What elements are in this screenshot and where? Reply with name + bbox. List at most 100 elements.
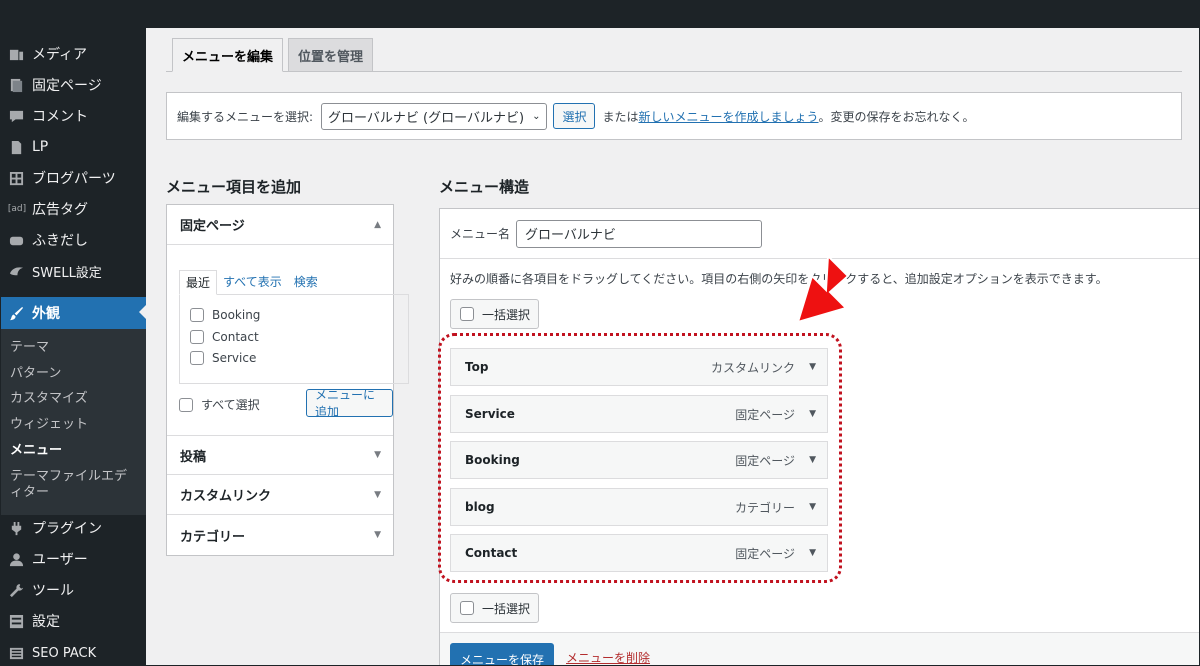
triangle-up-icon: ▲: [374, 219, 381, 230]
sidebar-item-users[interactable]: ユーザー: [0, 544, 146, 574]
add-menu-items-title: メニュー項目を追加: [166, 178, 302, 196]
bulk-select-label: 一括選択: [482, 601, 531, 616]
accordion-pages-header[interactable]: 固定ページ ▲: [167, 205, 393, 245]
menu-item-type: 固定ページ: [735, 546, 795, 561]
menu-select-value: グローバルナビ (グローバルナビ): [328, 110, 525, 126]
page-option-label: Contact: [212, 330, 259, 344]
menu-select-bar: 編集するメニューを選択: グローバルナビ (グローバルナビ) ⌄ 選択 または …: [166, 92, 1182, 140]
sidebar-item-label: プラグイン: [32, 521, 102, 537]
menu-item-contact[interactable]: Contact 固定ページ ▼: [450, 534, 828, 572]
menu-item-booking[interactable]: Booking 固定ページ ▼: [450, 441, 828, 479]
submenu-item-themes[interactable]: テーマ: [10, 340, 140, 356]
triangle-down-icon: ▼: [374, 530, 381, 540]
sidebar-item-label: ブログパーツ: [32, 171, 116, 187]
sidebar-item-label: SEO PACK: [32, 645, 97, 661]
sidebar-item-blog-parts[interactable]: ブログパーツ: [0, 163, 146, 193]
triangle-down-icon: ▼: [374, 450, 381, 460]
menu-select[interactable]: グローバルナビ (グローバルナビ) ⌄: [321, 102, 548, 130]
accordion-title: カスタムリンク: [180, 489, 272, 504]
page-option-service[interactable]: Service: [190, 351, 256, 365]
menu-save-bar: メニューを保存 メニューを削除: [440, 632, 1200, 666]
sidebar-item-ad-tag[interactable]: [ad] 広告タグ: [0, 194, 146, 224]
menu-name-input[interactable]: グローバルナビ: [516, 219, 763, 248]
submenu-item-patterns[interactable]: パターン: [10, 366, 140, 382]
expand-arrow-icon[interactable]: ▼: [809, 409, 816, 419]
select-all-checkbox-row[interactable]: すべて選択: [179, 396, 260, 413]
menu-item-type: 固定ページ: [735, 407, 795, 422]
expand-arrow-icon[interactable]: ▼: [809, 362, 816, 372]
page-option-contact[interactable]: Contact: [190, 330, 259, 344]
sidebar-item-label: 外観: [32, 306, 60, 322]
save-reminder-text: 。変更の保存をお忘れなく。: [818, 109, 975, 124]
checkbox[interactable]: [460, 307, 474, 321]
expand-arrow-icon[interactable]: ▼: [809, 455, 816, 465]
sidebar-item-label: 設定: [32, 614, 60, 630]
tab-search[interactable]: 検索: [288, 270, 324, 295]
menu-item-type: カスタムリンク: [710, 360, 795, 375]
accordion-posts-header[interactable]: 投稿 ▼: [167, 435, 393, 475]
tab-edit-menus[interactable]: メニューを編集: [172, 38, 284, 72]
submenu-item-customize[interactable]: カスタマイズ: [10, 391, 140, 407]
sidebar-item-media[interactable]: メディア: [0, 39, 146, 69]
menu-item-type: カテゴリー: [734, 500, 795, 515]
checkbox[interactable]: [190, 330, 204, 344]
delete-menu-link[interactable]: メニューを削除: [566, 649, 650, 666]
accordion-custom-links-header[interactable]: カスタムリンク ▼: [167, 475, 393, 515]
brush-icon: [8, 305, 24, 321]
sidebar-item-label: メディア: [32, 47, 88, 63]
menu-item-service[interactable]: Service 固定ページ ▼: [450, 395, 828, 433]
grid-icon: [8, 170, 24, 186]
sidebar-item-comments[interactable]: コメント: [0, 101, 146, 131]
menu-item-title: blog: [465, 500, 495, 514]
menu-item-title: Service: [465, 407, 515, 421]
tab-recent[interactable]: 最近: [179, 270, 218, 295]
select-all-label: すべて選択: [201, 398, 260, 412]
submenu-item-widgets[interactable]: ウィジェット: [10, 417, 140, 433]
settings-icon: [8, 613, 24, 629]
admin-bar: [0, 0, 1200, 28]
bulk-select-bottom[interactable]: 一括選択: [450, 593, 539, 623]
tab-view-all[interactable]: すべて表示: [217, 270, 288, 295]
sidebar-item-plugins[interactable]: プラグイン: [0, 513, 146, 543]
menu-item-top[interactable]: Top カスタムリンク ▼: [450, 348, 828, 386]
sidebar-item-settings[interactable]: 設定: [0, 606, 146, 636]
bulk-select-label: 一括選択: [482, 307, 531, 322]
sidebar-item-lp[interactable]: LP: [0, 132, 146, 162]
sidebar-item-pages[interactable]: 固定ページ: [0, 70, 146, 100]
accordion-categories-header[interactable]: カテゴリー ▼: [167, 515, 393, 555]
menu-item-type: 固定ページ: [735, 453, 795, 468]
checkbox[interactable]: [190, 308, 204, 322]
media-icon: [8, 46, 24, 62]
bulk-select-top[interactable]: 一括選択: [450, 299, 539, 329]
submenu-item-menus[interactable]: メニュー: [10, 443, 140, 459]
sidebar-item-label: SWELL設定: [32, 265, 102, 281]
menu-item-blog[interactable]: blog カテゴリー ▼: [450, 488, 828, 526]
checkbox[interactable]: [460, 601, 474, 615]
expand-arrow-icon[interactable]: ▼: [809, 502, 816, 512]
select-menu-label: 編集するメニューを選択:: [177, 109, 314, 124]
triangle-down-icon: ▼: [374, 489, 381, 500]
create-menu-link[interactable]: 新しいメニューを作成しましょう: [639, 108, 819, 125]
ad-icon: [ad]: [7, 204, 27, 214]
save-menu-button[interactable]: メニューを保存: [450, 643, 555, 666]
admin-sidebar: メディア 固定ページ コメント LP ブログパーツ [ad] 広告タグ ふきだし…: [0, 28, 146, 666]
chevron-down-icon: ⌄: [532, 110, 541, 122]
submenu-item-theme-file-editor[interactable]: テーマファイルエディター: [10, 469, 135, 501]
sidebar-item-balloon[interactable]: ふきだし: [0, 225, 146, 255]
sidebar-item-swell-settings[interactable]: SWELL設定: [0, 256, 146, 286]
swell-icon: [8, 263, 24, 279]
sidebar-item-label: ツール: [32, 583, 74, 599]
sidebar-item-label: ユーザー: [32, 552, 88, 568]
sidebar-item-appearance[interactable]: 外観: [0, 297, 146, 329]
checkbox[interactable]: [190, 351, 204, 365]
comment-icon: [8, 108, 24, 124]
select-button[interactable]: 選択: [553, 103, 596, 129]
page-option-booking[interactable]: Booking: [190, 308, 260, 322]
tab-manage-locations[interactable]: 位置を管理: [288, 38, 374, 72]
sidebar-item-seo-pack[interactable]: SEO PACK: [0, 638, 146, 666]
sidebar-item-tools[interactable]: ツール: [0, 575, 146, 605]
menu-name-row: メニュー名 グローバルナビ: [440, 209, 1200, 259]
add-to-menu-button[interactable]: メニューに追加: [306, 388, 393, 419]
expand-arrow-icon[interactable]: ▼: [809, 548, 816, 558]
checkbox[interactable]: [179, 397, 193, 412]
